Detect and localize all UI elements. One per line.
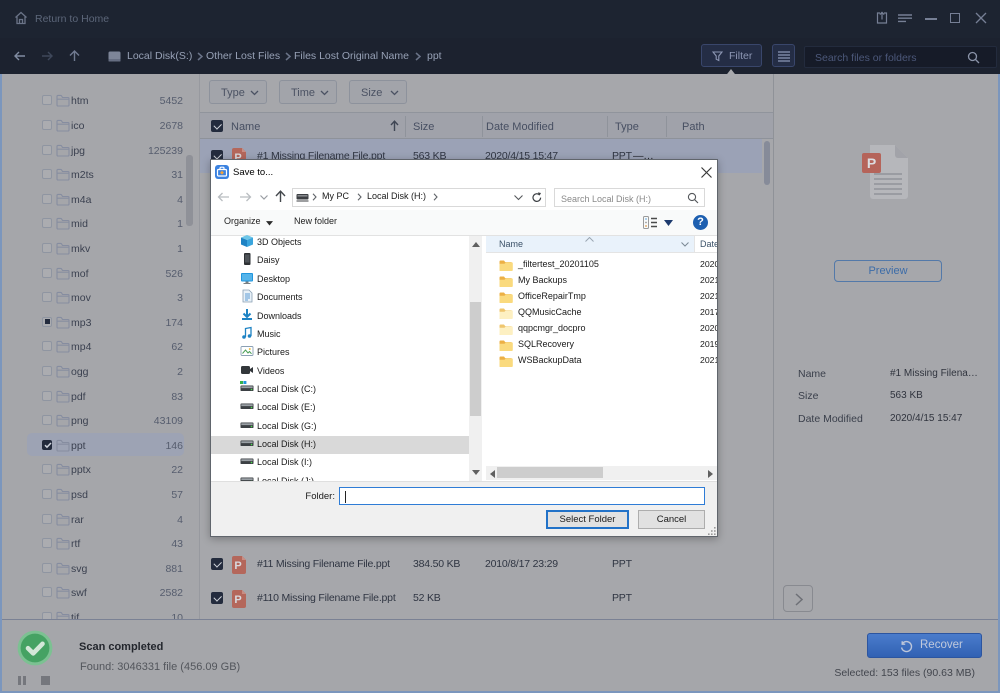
svg-text:P: P bbox=[234, 560, 241, 572]
svg-text:P: P bbox=[234, 594, 241, 606]
svg-text:P: P bbox=[867, 155, 876, 171]
